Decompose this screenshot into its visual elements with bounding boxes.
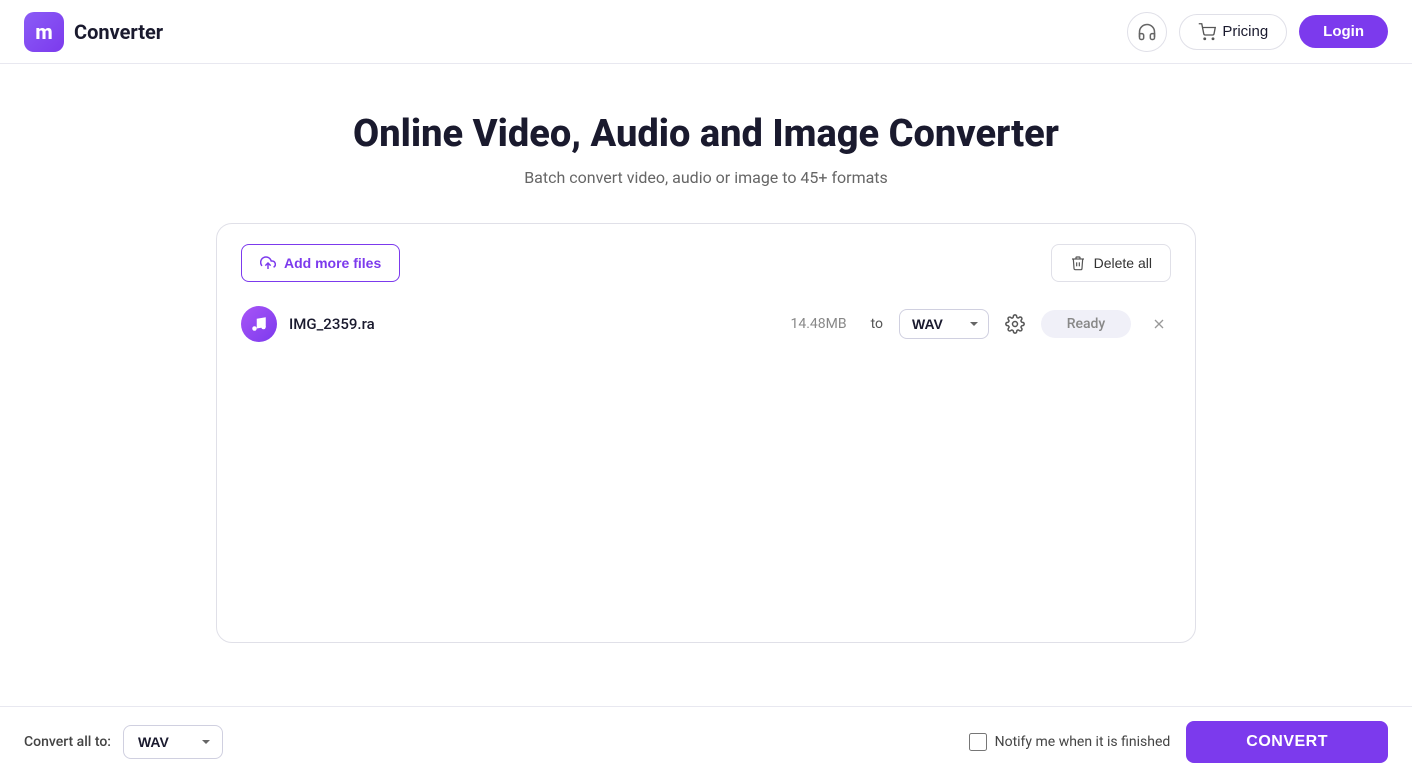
delete-all-button[interactable]: Delete all — [1051, 244, 1171, 282]
logo-letter: m — [35, 20, 52, 44]
support-button[interactable] — [1127, 12, 1167, 52]
app-title: Converter — [74, 20, 163, 44]
bottom-right: Notify me when it is finished CONVERT — [969, 721, 1388, 763]
delete-all-label: Delete all — [1094, 255, 1152, 271]
file-area: Add more files Delete all — [216, 223, 1196, 643]
upload-icon — [260, 255, 276, 271]
remove-file-button[interactable] — [1147, 312, 1171, 336]
convert-all-label: Convert all to: — [24, 734, 111, 750]
bottom-bar: Convert all to: WAV MP3 AAC FLAC OGG M4A… — [0, 706, 1412, 777]
main-content: Online Video, Audio and Image Converter … — [196, 64, 1216, 643]
header-left: m Converter — [24, 12, 163, 52]
trash-icon — [1070, 255, 1086, 271]
status-badge: Ready — [1041, 310, 1131, 338]
music-note-icon — [250, 315, 268, 333]
close-icon — [1151, 316, 1167, 332]
header: m Converter Pricing Login — [0, 0, 1412, 64]
file-type-icon — [241, 306, 277, 342]
status-text: Ready — [1067, 316, 1106, 332]
notify-checkbox[interactable] — [969, 733, 987, 751]
cart-icon — [1198, 23, 1216, 41]
bottom-left: Convert all to: WAV MP3 AAC FLAC OGG M4A… — [24, 725, 223, 759]
convert-label: CONVERT — [1246, 733, 1328, 750]
logo-icon: m — [24, 12, 64, 52]
login-label: Login — [1323, 23, 1364, 40]
convert-all-format-select[interactable]: WAV MP3 AAC FLAC OGG M4A WMA — [123, 725, 223, 759]
add-files-button[interactable]: Add more files — [241, 244, 400, 282]
hero-subtitle: Batch convert video, audio or image to 4… — [216, 168, 1196, 187]
pricing-button[interactable]: Pricing — [1179, 14, 1287, 50]
file-size: 14.48MB — [777, 316, 847, 332]
format-select[interactable]: WAV MP3 AAC FLAC OGG M4A WMA — [899, 309, 989, 339]
login-button[interactable]: Login — [1299, 15, 1388, 48]
file-settings-button[interactable] — [1001, 310, 1029, 338]
notify-label: Notify me when it is finished — [995, 734, 1171, 750]
notify-wrapper[interactable]: Notify me when it is finished — [969, 733, 1171, 751]
headset-icon — [1137, 22, 1157, 42]
gear-icon — [1005, 314, 1025, 334]
pricing-label: Pricing — [1222, 23, 1268, 40]
table-row: IMG_2359.ra 14.48MB to WAV MP3 AAC FLAC … — [241, 298, 1171, 350]
hero-title: Online Video, Audio and Image Converter — [216, 112, 1196, 156]
header-right: Pricing Login — [1127, 12, 1388, 52]
convert-button[interactable]: CONVERT — [1186, 721, 1388, 763]
add-files-label: Add more files — [284, 255, 381, 271]
file-area-header: Add more files Delete all — [241, 244, 1171, 282]
to-label: to — [871, 316, 883, 332]
file-name: IMG_2359.ra — [289, 315, 429, 333]
